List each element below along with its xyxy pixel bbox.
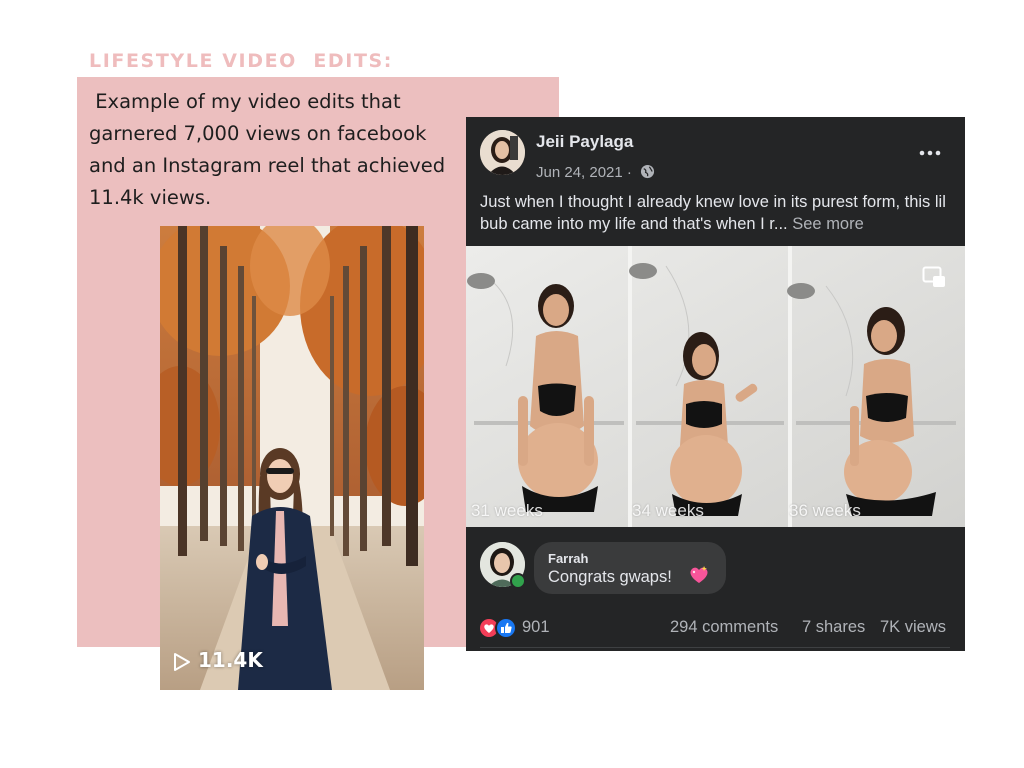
author-avatar[interactable] (480, 130, 525, 175)
online-status-indicator (510, 573, 526, 589)
video-label-36-weeks: 36 weeks (789, 501, 861, 520)
sparkling-heart-icon (690, 566, 708, 583)
comments-count[interactable]: 294 comments (670, 618, 778, 637)
post-body: Just when I thought I already knew love … (480, 193, 946, 233)
globe-icon (640, 164, 655, 179)
play-icon (174, 653, 190, 671)
reel-view-count: 11.4K (198, 648, 263, 672)
reaction-count[interactable]: 901 (522, 618, 550, 637)
like-reaction-icon[interactable] (497, 619, 515, 637)
views-count[interactable]: 7K views (880, 618, 946, 637)
shares-count[interactable]: 7 shares (802, 618, 865, 637)
see-more-link[interactable]: See more (792, 215, 864, 233)
video-label-31-weeks: 31 weeks (471, 501, 543, 520)
comment-text: Congrats gwaps! (548, 568, 672, 586)
description-text: Example of my video edits that garnered … (89, 90, 452, 209)
post-text: Just when I thought I already knew love … (480, 191, 955, 235)
picture-in-picture-icon[interactable] (922, 266, 946, 288)
comment-author[interactable]: Farrah (548, 551, 588, 566)
post-video[interactable] (466, 246, 965, 527)
love-reaction-icon[interactable] (480, 619, 498, 637)
instagram-reel-thumbnail[interactable] (160, 226, 424, 690)
video-label-34-weeks: 34 weeks (632, 501, 704, 520)
more-dots-icon[interactable] (918, 144, 942, 162)
post-divider (480, 647, 950, 648)
post-date[interactable]: Jun 24, 2021 · (536, 164, 632, 181)
section-heading: LIFESTYLE VIDEO EDITS: (89, 50, 394, 72)
author-name[interactable]: Jeii Paylaga (536, 132, 633, 152)
